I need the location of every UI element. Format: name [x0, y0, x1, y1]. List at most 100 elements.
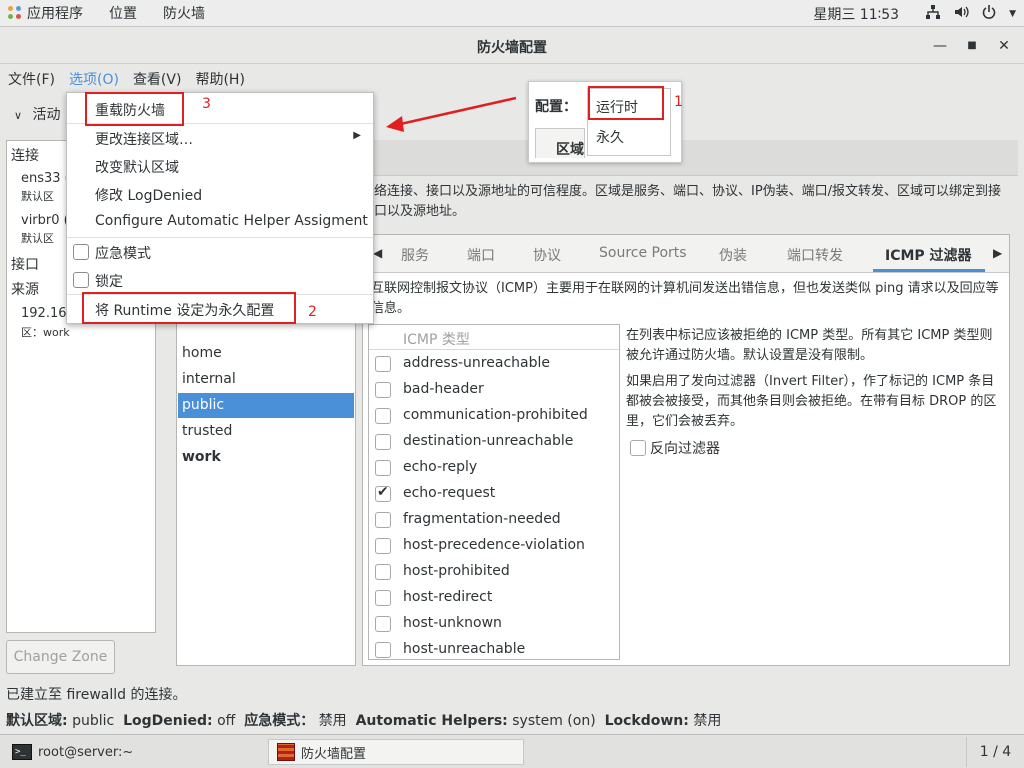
- menu-item-change-connection-zone[interactable]: 更改连接区域… ▶: [67, 124, 373, 152]
- menu-file[interactable]: 文件(F): [8, 69, 55, 89]
- icmp-type-list: ICMP 类型 address-unreachable bad-header com…: [368, 324, 620, 660]
- tabs-scroll-right-icon[interactable]: ▶: [993, 246, 1002, 260]
- maximize-button[interactable]: ■: [964, 40, 980, 51]
- icmp-type-row[interactable]: destination-unreachable: [369, 430, 619, 456]
- icmp-type-checkbox[interactable]: [375, 484, 391, 502]
- menu-item-change-zone-label: 更改连接区域…: [95, 132, 193, 148]
- icmp-type-row[interactable]: host-precedence-violation: [369, 534, 619, 560]
- tab-zones[interactable]: 区域: [535, 128, 585, 158]
- panic-mode-checkbox[interactable]: [73, 244, 89, 260]
- places-menu[interactable]: 位置: [109, 3, 137, 23]
- connection-ens33-zone: 默认区: [21, 190, 54, 203]
- sources-header: 来源: [11, 282, 39, 298]
- status-logdenied-label: LogDenied:: [123, 713, 213, 729]
- icmp-type-row[interactable]: communication-prohibited: [369, 404, 619, 430]
- tab-protocols[interactable]: 协议: [533, 245, 561, 265]
- minimize-button[interactable]: —: [932, 38, 948, 54]
- icmp-type-row[interactable]: echo-request: [369, 482, 619, 508]
- icmp-type-label: fragmentation-needed: [403, 511, 561, 527]
- icmp-type-checkbox[interactable]: [375, 382, 391, 398]
- change-zone-button[interactable]: Change Zone: [6, 640, 115, 674]
- clock[interactable]: 星期三 11∶53: [813, 4, 899, 24]
- menu-item-lockdown-label: 锁定: [95, 274, 123, 290]
- status-helpers-label: Automatic Helpers:: [355, 713, 508, 729]
- icmp-type-checkbox[interactable]: [375, 460, 391, 476]
- menu-item-lockdown[interactable]: 锁定: [67, 266, 373, 294]
- icmp-type-row[interactable]: host-redirect: [369, 586, 619, 612]
- connection-ens33[interactable]: ens33 (: [21, 171, 70, 186]
- source-zone: 区：work: [21, 326, 70, 339]
- connection-virbr0-zone: 默认区: [21, 232, 54, 245]
- icmp-type-label: destination-unreachable: [403, 433, 574, 449]
- icmp-type-checkbox[interactable]: [375, 434, 391, 450]
- zone-item-home[interactable]: home: [178, 341, 354, 366]
- menu-item-panic-mode[interactable]: 应急模式: [67, 238, 373, 266]
- status-default-zone: public: [72, 713, 115, 729]
- menu-help[interactable]: 帮助(H): [195, 69, 244, 89]
- annotation-number-1: 1: [674, 94, 683, 110]
- icmp-type-row[interactable]: host-unknown: [369, 612, 619, 638]
- icmp-type-row[interactable]: echo-reply: [369, 456, 619, 482]
- status-lockdown: 禁用: [693, 713, 722, 729]
- config-option-permanent[interactable]: 永久: [596, 127, 624, 147]
- menu-item-change-default-label: 改变默认区域: [95, 160, 179, 176]
- invert-filter-checkbox[interactable]: 反向过滤器: [630, 438, 720, 458]
- icmp-type-checkbox[interactable]: [375, 642, 391, 658]
- interfaces-header: 接口: [11, 257, 39, 273]
- menu-view[interactable]: 查看(V): [133, 69, 182, 89]
- tab-masquerading[interactable]: 伪装: [719, 245, 747, 265]
- window-title: 防火墙配置: [477, 40, 547, 56]
- close-button[interactable]: ✕: [996, 38, 1012, 54]
- icmp-type-row[interactable]: host-unreachable: [369, 638, 619, 659]
- network-icon[interactable]: [925, 4, 941, 24]
- task-terminal[interactable]: >_ root@server:~: [4, 739, 260, 765]
- icmp-type-checkbox[interactable]: [375, 564, 391, 580]
- task-firewall-config[interactable]: 防火墙配置: [268, 739, 524, 765]
- invert-filter-box[interactable]: [630, 440, 646, 456]
- volume-icon[interactable]: [953, 4, 969, 24]
- task-terminal-label: root@server:~: [38, 744, 134, 760]
- icmp-type-checkbox[interactable]: [375, 538, 391, 554]
- icmp-type-checkbox[interactable]: [375, 408, 391, 424]
- menu-item-panic-label: 应急模式: [95, 246, 151, 262]
- connection-virbr0[interactable]: virbr0 (: [21, 213, 69, 228]
- power-icon[interactable]: [981, 4, 997, 24]
- zone-item-internal[interactable]: internal: [178, 367, 354, 392]
- icmp-type-label: host-unknown: [403, 615, 502, 631]
- zone-item-work[interactable]: work: [178, 445, 354, 470]
- icmp-type-row[interactable]: bad-header: [369, 378, 619, 404]
- system-menu-arrow-icon[interactable]: ▼: [1009, 9, 1016, 19]
- tab-services[interactable]: 服务: [401, 245, 429, 265]
- zone-item-trusted[interactable]: trusted: [178, 419, 354, 444]
- tab-port-forwarding[interactable]: 端口转发: [787, 245, 843, 265]
- workspace-pager[interactable]: 1 / 4: [966, 737, 1024, 767]
- icmp-type-column-header[interactable]: ICMP 类型: [369, 325, 619, 350]
- icmp-type-checkbox[interactable]: [375, 590, 391, 606]
- icmp-type-row[interactable]: host-prohibited: [369, 560, 619, 586]
- active-bindings-header[interactable]: ∨ 活动: [14, 104, 61, 124]
- icmp-type-row[interactable]: address-unreachable: [369, 352, 619, 378]
- icmp-type-label: host-prohibited: [403, 563, 510, 579]
- tab-source-ports[interactable]: Source Ports: [599, 245, 687, 261]
- icmp-type-row[interactable]: fragmentation-needed: [369, 508, 619, 534]
- menu-item-helper-assignment[interactable]: Configure Automatic Helper Assigment: [67, 208, 373, 236]
- zone-item-public[interactable]: public: [178, 393, 354, 418]
- applications-icon: [8, 6, 22, 20]
- status-panic: 禁用: [318, 713, 347, 729]
- app-menu-firewall[interactable]: 防火墙: [163, 3, 205, 23]
- options-menu: 重载防火墙 更改连接区域… ▶ 改变默认区域 修改 LogDenied Conf…: [66, 92, 374, 324]
- tab-ports[interactable]: 端口: [467, 245, 495, 265]
- tabs-scroll-left-icon[interactable]: ◀: [373, 246, 382, 260]
- settings-tabs: ◀ 服务 端口 协议 Source Ports 伪装 端口转发 ICMP 过滤器…: [363, 235, 1009, 273]
- menu-item-change-default-zone[interactable]: 改变默认区域: [67, 152, 373, 180]
- menu-item-log-denied[interactable]: 修改 LogDenied: [67, 180, 373, 208]
- tab-icmp-filter[interactable]: ICMP 过滤器: [885, 245, 972, 265]
- menu-options[interactable]: 选项(O): [69, 69, 119, 89]
- icmp-type-checkbox[interactable]: [375, 616, 391, 632]
- lockdown-checkbox[interactable]: [73, 272, 89, 288]
- icmp-type-label: echo-reply: [403, 459, 478, 475]
- applications-label: 应用程序: [27, 6, 83, 22]
- applications-menu[interactable]: 应用程序: [8, 3, 83, 23]
- icmp-type-checkbox[interactable]: [375, 356, 391, 372]
- icmp-type-checkbox[interactable]: [375, 512, 391, 528]
